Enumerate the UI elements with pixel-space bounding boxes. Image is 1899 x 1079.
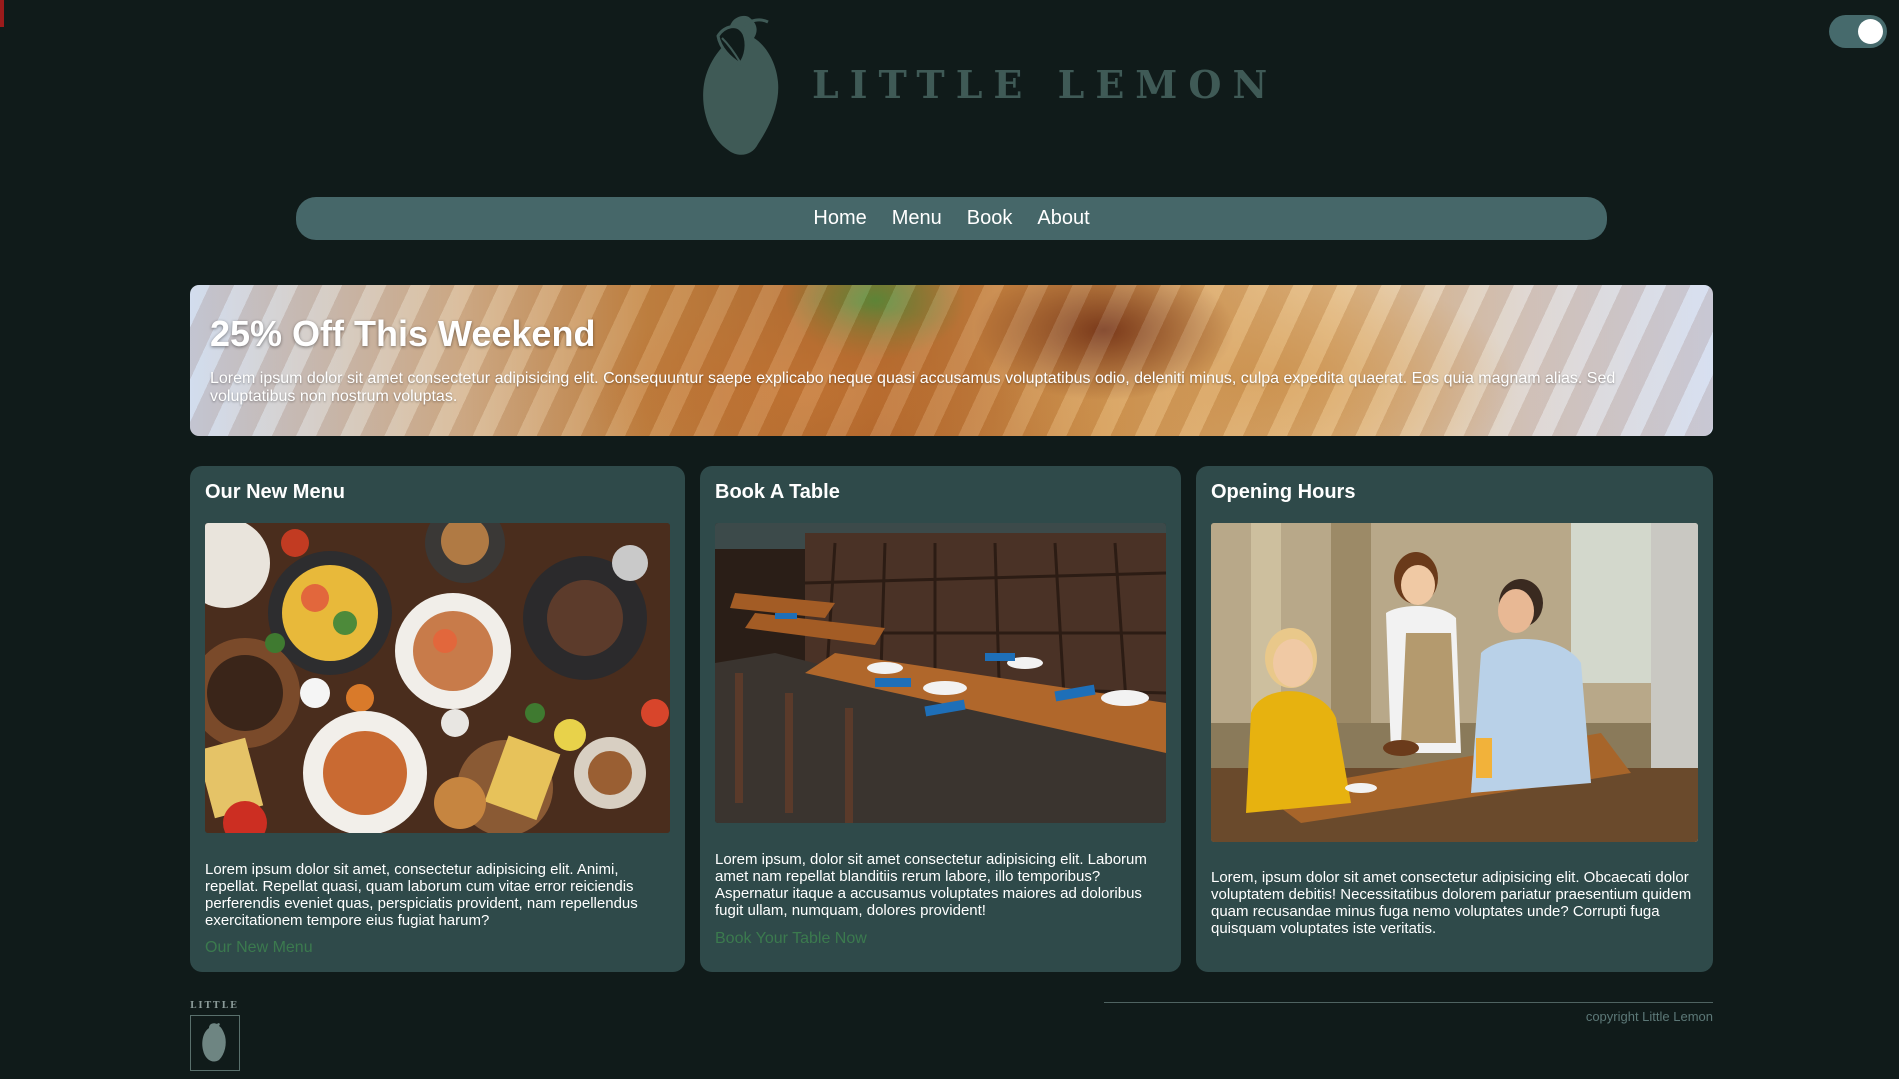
footer-logo-text: LITTLE	[190, 1001, 239, 1011]
pasta-background-image	[190, 285, 1713, 436]
nav-home-link[interactable]: Home	[813, 197, 866, 240]
our-new-menu-link[interactable]: Our New Menu	[205, 939, 313, 957]
banner-title: 25% Off This Weekend	[210, 313, 596, 354]
nav-menu-link[interactable]: Menu	[892, 197, 942, 240]
nav-about-link[interactable]: About	[1037, 197, 1089, 240]
banner-text: Lorem ipsum dolor sit amet consectetur a…	[210, 370, 1616, 405]
footer-lemon-icon	[190, 1015, 240, 1071]
nav-book-link[interactable]: Book	[967, 197, 1013, 240]
copyright-text: copyright Little Lemon	[1585, 1009, 1713, 1024]
card-text: Lorem ipsum dolor sit amet, consectetur …	[205, 861, 638, 929]
promo-banner: 25% Off This Weekend Lorem ipsum dolor s…	[190, 285, 1713, 436]
book-table-link[interactable]: Book Your Table Now	[715, 930, 867, 948]
food-platter-image	[205, 523, 670, 833]
brand-name: LITTLE LEMON	[812, 61, 1279, 107]
site-logo[interactable]: LITTLE LEMON	[698, 12, 1278, 156]
corner-mark	[0, 0, 4, 27]
main-nav: Home Menu Book About	[296, 197, 1607, 240]
card-title: Book A Table	[715, 481, 840, 503]
card-text: Lorem ipsum, dolor sit amet consectetur …	[715, 851, 1147, 919]
footer-divider	[1104, 1002, 1713, 1003]
diners-image	[1211, 523, 1698, 842]
footer-logo[interactable]: LITTLE	[190, 1001, 242, 1071]
restaurant-interior-image	[715, 523, 1166, 823]
toggle-knob	[1858, 19, 1883, 44]
lemon-logo-icon	[703, 15, 779, 155]
card-book-table: Book A Table Lorem ipsum, dolor sit amet…	[700, 466, 1181, 972]
card-opening-hours: Opening Hours Lorem, ipsum dolor sit ame…	[1196, 466, 1713, 972]
theme-toggle[interactable]	[1829, 15, 1887, 48]
card-new-menu: Our New Menu Lorem ipsum dolor sit amet,…	[190, 466, 685, 972]
card-title: Opening Hours	[1211, 481, 1356, 503]
card-text: Lorem, ipsum dolor sit amet consectetur …	[1211, 869, 1692, 937]
card-title: Our New Menu	[205, 481, 346, 503]
